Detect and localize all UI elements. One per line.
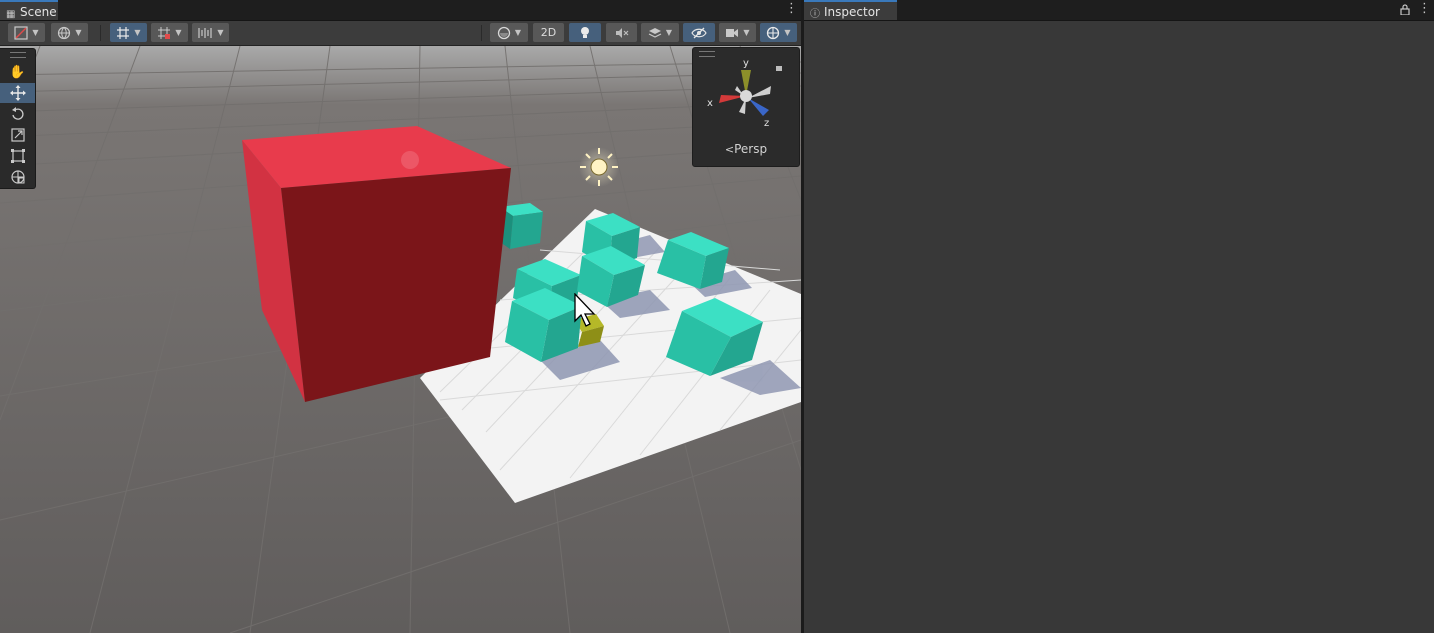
chevron-down-icon: ▼ (32, 28, 39, 37)
inspector-tabbar: ⓘ Inspector ⋮ (804, 0, 1434, 21)
camera-dropdown[interactable]: ▼ (719, 23, 756, 42)
scene-visibility-toggle[interactable] (683, 23, 715, 42)
chevron-down-icon: ▼ (75, 28, 82, 37)
grid-snap-icon (117, 26, 130, 39)
mouse-cursor-icon (574, 293, 596, 327)
axis-x-label: x (707, 98, 713, 109)
hand-tool-icon[interactable]: ✋ (0, 62, 35, 82)
eye-hidden-icon (691, 27, 707, 38)
increment-snap-icon (158, 26, 171, 39)
grid-snapping-dropdown[interactable]: ▼ (110, 23, 147, 42)
directional-light-icon[interactable] (579, 147, 619, 187)
toolbar-separator (481, 25, 482, 41)
toggle-2d-label: 2D (540, 26, 557, 39)
shading-mode-icon (14, 25, 29, 40)
shading-dropdown[interactable]: ▼ (490, 23, 528, 42)
toggle-2d-button[interactable]: 2D (533, 23, 564, 42)
align-dropdown[interactable]: ▼ (192, 23, 229, 42)
axis-gizmo-icon[interactable]: y x z (693, 54, 799, 134)
render-mode-dropdown[interactable]: ▼ (51, 23, 88, 42)
teal-cube[interactable] (500, 203, 543, 249)
draw-mode-dropdown[interactable]: ▼ (8, 23, 45, 42)
tools-overlay: ✋ (0, 48, 36, 189)
scene-toolbar: ▼ ▼ ▼ ▼ ▼ ▼ 2D ▼ ▼ ▼ (0, 21, 801, 46)
chevron-down-icon: ▼ (175, 28, 182, 37)
gizmo-globe-icon (767, 26, 780, 39)
move-tool-icon[interactable] (0, 83, 35, 103)
chevron-down-icon: ▼ (784, 28, 791, 37)
increment-snap-dropdown[interactable]: ▼ (151, 23, 188, 42)
globe-icon (58, 26, 71, 39)
transform-tool-icon[interactable] (0, 167, 35, 187)
layers-icon (648, 27, 662, 38)
sphere-icon (497, 26, 511, 39)
inspector-panel: ⓘ Inspector ⋮ (804, 0, 1434, 633)
toolbar-separator (100, 25, 101, 41)
lighting-toggle[interactable] (569, 23, 601, 42)
tab-scene[interactable]: ▦ Scene (0, 0, 58, 20)
gizmos-dropdown[interactable]: ▼ (760, 23, 797, 42)
effects-dropdown[interactable]: ▼ (641, 23, 679, 42)
lock-icon[interactable] (1400, 4, 1410, 15)
camera-icon (726, 28, 739, 37)
inspector-menu-icon[interactable]: ⋮ (1418, 2, 1431, 16)
rotate-tool-icon[interactable] (0, 104, 35, 124)
chevron-down-icon: ▼ (743, 28, 750, 37)
scene-viewport[interactable] (0, 46, 801, 633)
speaker-mute-icon (615, 27, 628, 38)
inspector-content (804, 21, 1434, 633)
audio-toggle[interactable] (606, 23, 637, 42)
chevron-down-icon: ▼ (665, 28, 673, 37)
chevron-down-icon: ▼ (514, 28, 522, 37)
projection-label: Persp (734, 142, 768, 156)
chevron-down-icon: ▼ (217, 28, 224, 37)
perspective-icon: < (724, 143, 735, 156)
tab-inspector[interactable]: ⓘ Inspector (804, 0, 897, 20)
scene-render[interactable] (0, 46, 801, 633)
tab-inspector-label: Inspector (824, 5, 880, 19)
scene-menu-icon[interactable]: ⋮ (785, 2, 798, 16)
projection-toggle[interactable]: <Persp (693, 142, 799, 156)
tab-scene-label: Scene (20, 5, 57, 19)
axis-z-label: z (764, 118, 769, 129)
scene-tabbar: ▦ Scene ⋮ (0, 0, 801, 21)
lightbulb-icon (581, 26, 589, 38)
chevron-down-icon: ▼ (134, 28, 141, 37)
scene-panel: ▦ Scene ⋮ ▼ ▼ ▼ ▼ ▼ ▼ 2D ▼ ▼ ▼ ✋ y x z <… (0, 0, 801, 633)
axis-y-label: y (743, 58, 749, 69)
align-icon (198, 27, 213, 38)
drag-handle[interactable] (0, 49, 35, 61)
scale-tool-icon[interactable] (0, 125, 35, 145)
rect-tool-icon[interactable] (0, 146, 35, 166)
orientation-gizmo[interactable]: y x z <Persp (692, 47, 800, 167)
